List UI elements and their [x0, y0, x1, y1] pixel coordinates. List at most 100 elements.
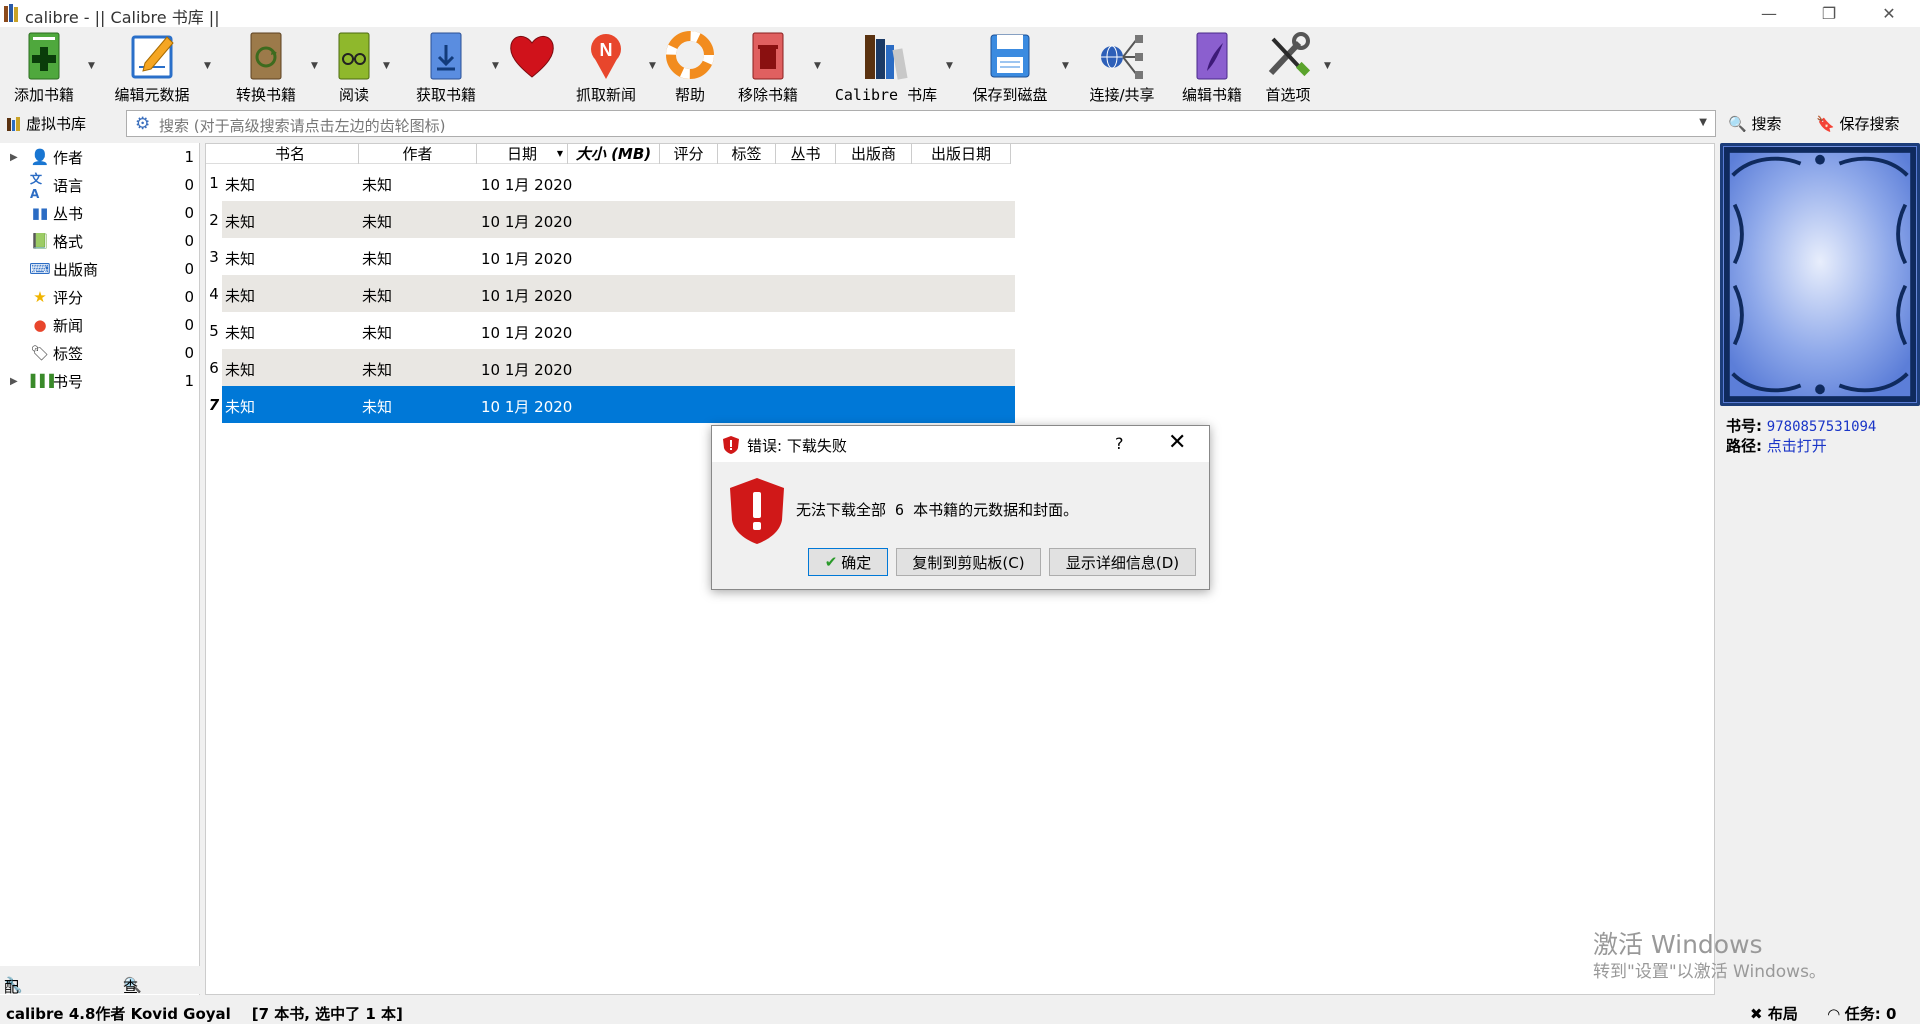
- tag-item-authors[interactable]: ▶ 👤 作者 1: [0, 143, 198, 171]
- tag-item-identifiers[interactable]: ▶ ▐▐▐ 书号 1: [0, 367, 198, 395]
- convert-books-dropdown-icon[interactable]: ▼: [311, 61, 318, 71]
- tag-item-rating[interactable]: ★ 评分 0: [0, 283, 198, 311]
- gear-icon[interactable]: ⚙: [135, 114, 150, 134]
- edit-metadata-label: 编辑元数据: [114, 86, 190, 104]
- restore-button[interactable]: ❐: [1800, 0, 1858, 27]
- cell-date: 10 1月 2020: [481, 398, 573, 416]
- row-number: 3: [209, 248, 219, 266]
- edit-metadata-icon: [131, 35, 174, 79]
- search-input[interactable]: ⚙ 搜索 (对于高级搜索请点击左边的齿轮图标) ▼: [126, 110, 1716, 137]
- tag-item-tags[interactable]: 🏷 标签 0: [0, 339, 198, 367]
- column-header-pubdate[interactable]: 出版日期: [912, 144, 1011, 164]
- cell-author: 未知: [362, 213, 393, 231]
- virtual-library-label: 虚拟书库: [26, 115, 87, 133]
- convert-books-button[interactable]: 转换书籍: [234, 31, 298, 104]
- table-row[interactable]: 未知 未知 10 1月 2020: [222, 164, 1015, 201]
- table-row[interactable]: 未知 未知 10 1月 2020: [222, 275, 1015, 312]
- cell-author: 未知: [362, 287, 393, 305]
- help-button[interactable]: 帮助: [664, 31, 716, 104]
- save-to-disk-button[interactable]: 保存到磁盘: [970, 31, 1050, 104]
- preferences-label: 首选项: [1265, 86, 1311, 104]
- path-link[interactable]: 点击打开: [1767, 437, 1827, 455]
- tag-count: 0: [184, 260, 194, 278]
- tag-label: 书号: [53, 372, 84, 391]
- column-header-author[interactable]: 作者: [359, 144, 477, 164]
- edit-metadata-dropdown-icon[interactable]: ▼: [204, 61, 211, 71]
- close-window-button[interactable]: ✕: [1860, 0, 1918, 27]
- preferences-button[interactable]: 首选项: [1256, 31, 1320, 104]
- table-row[interactable]: 未知 未知 10 1月 2020: [222, 312, 1015, 349]
- column-header-date[interactable]: 日期 ▼: [477, 144, 568, 164]
- preferences-dropdown-icon[interactable]: ▼: [1324, 61, 1331, 71]
- table-row[interactable]: 未知 未知 10 1月 2020: [222, 349, 1015, 386]
- column-header-size[interactable]: 大小 (MB): [568, 144, 660, 164]
- add-books-dropdown-icon[interactable]: ▼: [88, 61, 95, 71]
- connect-share-button[interactable]: 连接/共享: [1088, 31, 1156, 104]
- error-dialog: 错误: 下载失败 ? ✕ 无法下载全部 6 本书籍的元数据和封面。 ✔ 确定 复…: [711, 425, 1210, 590]
- calibre-library-button[interactable]: Calibre 书库: [835, 31, 937, 104]
- show-details-button[interactable]: 显示详细信息(D): [1049, 548, 1196, 576]
- fetch-news-dropdown-icon[interactable]: ▼: [649, 61, 656, 71]
- edit-book-button[interactable]: 编辑书籍: [1178, 31, 1246, 104]
- save-search-button[interactable]: 🔖 保存搜索: [1816, 113, 1899, 134]
- view-button[interactable]: 阅读: [322, 31, 386, 104]
- search-bar-row: 虚拟书库 ⚙ 搜索 (对于高级搜索请点击左边的齿轮图标) ▼ 🔍 搜索 🔖 保存…: [0, 105, 1920, 141]
- column-header-tags[interactable]: 标签: [718, 144, 776, 164]
- search-history-dropdown-icon[interactable]: ▼: [1699, 117, 1707, 128]
- calibre-library-dropdown-icon[interactable]: ▼: [946, 61, 953, 71]
- get-books-dropdown-icon[interactable]: ▼: [492, 61, 499, 71]
- spinner-icon: ◠: [1828, 1005, 1840, 1023]
- table-row[interactable]: 未知 未知 10 1月 2020: [222, 201, 1015, 238]
- tag-item-news[interactable]: ● 新闻 0: [0, 311, 198, 339]
- expand-arrow-icon[interactable]: ▶: [10, 376, 18, 387]
- row-number: 7: [208, 396, 220, 414]
- convert-book-icon: [250, 32, 282, 80]
- column-header-series[interactable]: 丛书: [776, 144, 836, 164]
- isbn-link[interactable]: 9780857531094: [1767, 419, 1877, 435]
- dialog-close-button[interactable]: ✕: [1168, 430, 1186, 455]
- book-cover-image[interactable]: [1720, 143, 1920, 406]
- column-header-publisher[interactable]: 出版商: [836, 144, 912, 164]
- tag-count: 0: [184, 176, 194, 194]
- edit-metadata-button[interactable]: 编辑元数据: [112, 31, 192, 104]
- tag-item-languages[interactable]: 文A 语言 0: [0, 171, 198, 201]
- column-header-title[interactable]: 书名: [222, 144, 359, 164]
- table-row-selected[interactable]: 未知 未知 10 1月 2020: [222, 386, 1015, 423]
- save-to-disk-dropdown-icon[interactable]: ▼: [1062, 61, 1069, 71]
- layout-icon: ✖: [1750, 1005, 1763, 1023]
- virtual-library-icon: [7, 116, 20, 131]
- series-icon: ▮▮: [31, 204, 49, 222]
- path-row: 路径: 点击打开: [1726, 435, 1827, 456]
- view-dropdown-icon[interactable]: ▼: [383, 61, 390, 71]
- tag-count: 0: [184, 232, 194, 250]
- column-header-rating[interactable]: 评分: [660, 144, 718, 164]
- copy-to-clipboard-button[interactable]: 复制到剪贴板(C): [896, 548, 1041, 576]
- remove-books-dropdown-icon[interactable]: ▼: [814, 61, 821, 71]
- news-icon: ●: [33, 316, 47, 334]
- fetch-news-button[interactable]: N 抓取新闻: [574, 31, 638, 104]
- ok-button[interactable]: ✔ 确定: [808, 548, 888, 576]
- dialog-help-button[interactable]: ?: [1115, 434, 1124, 453]
- heart-icon: [510, 36, 554, 78]
- tag-label: 丛书: [53, 204, 84, 223]
- row-number: 2: [209, 211, 219, 229]
- tag-item-series[interactable]: ▮▮ 丛书 0: [0, 199, 198, 227]
- tag-count: 0: [184, 316, 194, 334]
- table-row[interactable]: 未知 未知 10 1月 2020: [222, 238, 1015, 275]
- minimize-button[interactable]: —: [1740, 0, 1798, 27]
- donate-heart-button[interactable]: [506, 31, 558, 103]
- dialog-title: 错误: 下载失败: [747, 437, 847, 455]
- search-button[interactable]: 🔍 搜索: [1728, 113, 1781, 134]
- virtual-library-button[interactable]: 虚拟书库: [6, 113, 86, 134]
- isbn-row: 书号: 9780857531094: [1726, 415, 1876, 436]
- add-books-button[interactable]: 添加书籍: [12, 31, 76, 104]
- tag-item-formats[interactable]: 📗 格式 0: [0, 227, 198, 255]
- get-books-button[interactable]: 获取书籍: [414, 31, 478, 104]
- remove-books-button[interactable]: 移除书籍: [736, 31, 800, 104]
- tag-item-publishers[interactable]: ⌨ 出版商 0: [0, 255, 198, 283]
- expand-arrow-icon[interactable]: ▶: [10, 152, 18, 163]
- activate-windows-watermark: 激活 Windows: [1593, 930, 1763, 959]
- jobs-button[interactable]: ◠ 任务: 0: [1828, 1003, 1896, 1024]
- layout-button[interactable]: ✖ 布局: [1750, 1003, 1798, 1024]
- tag-label: 格式: [53, 232, 84, 251]
